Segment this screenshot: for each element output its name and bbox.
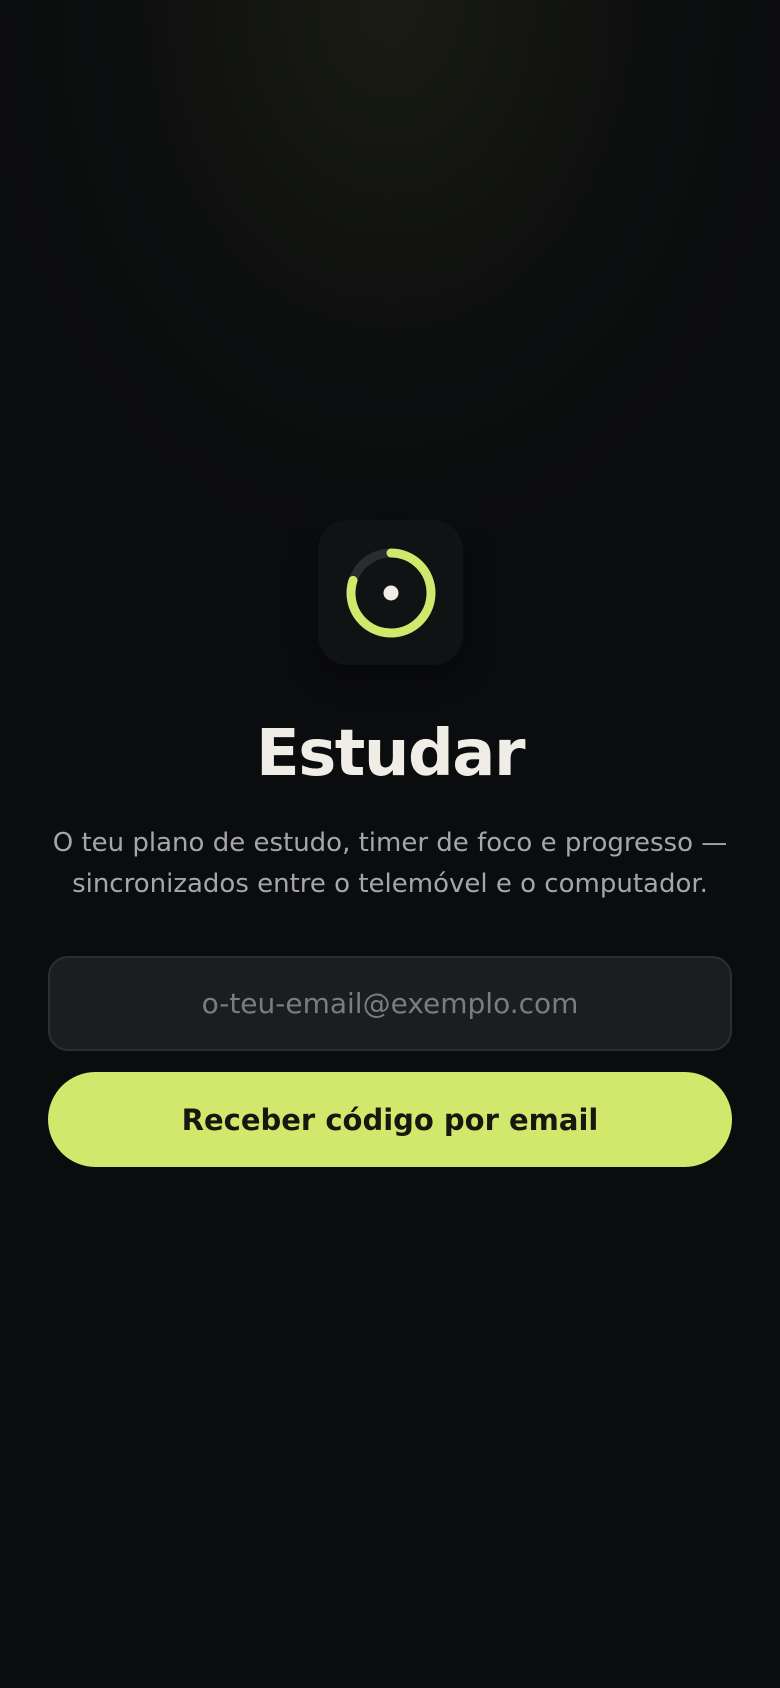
app-logo xyxy=(318,520,463,665)
app-title: Estudar xyxy=(255,717,526,791)
login-screen: Estudar O teu plano de estudo, timer de … xyxy=(0,0,780,1688)
send-code-button[interactable]: Receber código por email xyxy=(48,1072,732,1167)
app-subtitle: O teu plano de estudo, timer de foco e p… xyxy=(52,828,728,899)
logo-center-dot xyxy=(383,585,398,600)
email-field[interactable] xyxy=(48,956,732,1051)
focus-ring-timer-icon xyxy=(346,548,435,637)
